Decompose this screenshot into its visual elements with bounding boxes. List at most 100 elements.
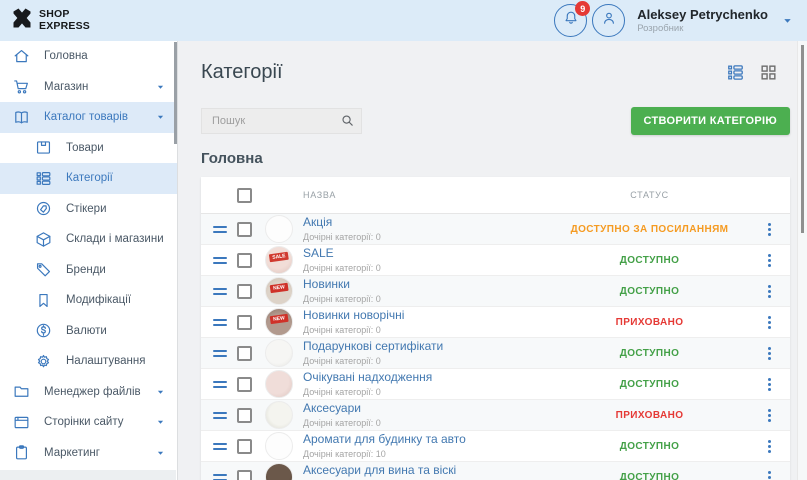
chevron-down-icon — [156, 418, 165, 427]
sidebar-item-shop[interactable]: Магазин — [0, 72, 177, 103]
table-row: NEW Новинки новорічні Дочірні категорії:… — [201, 307, 790, 338]
row-menu-kebab-icon[interactable] — [761, 437, 777, 456]
sidebar-item-marketing[interactable]: Маркетинг — [0, 438, 177, 469]
row-menu-kebab-icon[interactable] — [761, 468, 777, 480]
sidebar-item-settings[interactable]: Налаштування — [0, 346, 177, 377]
chevron-down-icon — [156, 448, 165, 457]
chevron-down-icon — [156, 82, 165, 91]
category-children-count: Дочірні категорії: 0 — [303, 263, 547, 273]
sidebar-item-label: Бренди — [66, 264, 106, 276]
category-name-link[interactable]: Очікувані надходження — [303, 371, 547, 385]
category-name-link[interactable]: Акція — [303, 216, 547, 230]
drag-handle-icon[interactable] — [213, 381, 227, 388]
pages-icon — [12, 413, 31, 432]
category-name-link[interactable]: Новинки — [303, 278, 547, 292]
bookmark-icon — [34, 291, 53, 310]
row-checkbox[interactable] — [237, 222, 252, 237]
column-header-status: СТАТУС — [547, 190, 752, 200]
clipboard-icon — [12, 443, 31, 462]
main-scrollbar-track[interactable] — [797, 41, 807, 480]
status-badge: ДОСТУПНО — [547, 255, 752, 266]
status-badge: ДОСТУПНО — [547, 379, 752, 390]
category-name-link[interactable]: Аксесуари — [303, 402, 547, 416]
sidebar-item-file-manager[interactable]: Менеджер файлів — [0, 377, 177, 408]
drag-handle-icon[interactable] — [213, 412, 227, 419]
user-meta: Aleksey Petrychenko Розробник — [637, 7, 768, 34]
row-checkbox[interactable] — [237, 315, 252, 330]
category-children-count: Дочірні категорії: 0 — [303, 294, 547, 304]
drag-handle-icon[interactable] — [213, 474, 227, 480]
category-children-count: Дочірні категорії: 0 — [303, 325, 547, 335]
sidebar-item-warehouses[interactable]: Склади і магазини — [0, 224, 177, 255]
thumbnail-badge: SALE — [269, 252, 289, 263]
status-badge: ДОСТУПНО — [547, 441, 752, 452]
category-thumbnail — [265, 401, 293, 429]
search-input[interactable] — [201, 108, 362, 134]
sidebar-item-label: Менеджер файлів — [44, 386, 141, 398]
main-content: Категорії — [179, 41, 807, 480]
select-all-checkbox[interactable] — [237, 188, 252, 203]
row-checkbox[interactable] — [237, 377, 252, 392]
user-icon — [600, 9, 618, 32]
row-menu-kebab-icon[interactable] — [761, 406, 777, 425]
sidebar-item-label: Товари — [66, 142, 104, 154]
drag-handle-icon[interactable] — [213, 319, 227, 326]
category-name-link[interactable]: Аромати для будинку та авто — [303, 433, 547, 447]
row-menu-kebab-icon[interactable] — [761, 220, 777, 239]
create-category-button[interactable]: СТВОРИТИ КАТЕГОРІЮ — [631, 107, 791, 135]
sidebar-item-label: Головна — [44, 50, 88, 62]
sidebar-item-label: Валюти — [66, 325, 107, 337]
sidebar-item-modifications[interactable]: Модифікації — [0, 285, 177, 316]
sidebar-item-currencies[interactable]: Валюти — [0, 316, 177, 347]
row-menu-kebab-icon[interactable] — [761, 282, 777, 301]
search-box — [201, 108, 362, 134]
list-view-icon[interactable] — [726, 63, 745, 82]
sidebar-item-products[interactable]: Товари — [0, 133, 177, 164]
shop-express-logo[interactable]: SHOP EXPRESS — [10, 6, 90, 35]
sidebar-item-categories[interactable]: Категорії — [0, 163, 177, 194]
notifications-button[interactable]: 9 — [554, 4, 587, 37]
row-menu-kebab-icon[interactable] — [761, 344, 777, 363]
sidebar-item-brands[interactable]: Бренди — [0, 255, 177, 286]
category-thumbnail — [265, 339, 293, 367]
sidebar-item-home[interactable]: Головна — [0, 41, 177, 72]
category-name-link[interactable]: Новинки новорічні — [303, 309, 547, 323]
user-avatar-button[interactable] — [592, 4, 625, 37]
row-checkbox[interactable] — [237, 253, 252, 268]
sidebar-scrollbar-thumb[interactable] — [174, 42, 177, 144]
chevron-down-icon — [156, 387, 165, 396]
main-scrollbar-thumb[interactable] — [801, 45, 804, 233]
drag-handle-icon[interactable] — [213, 288, 227, 295]
drag-handle-icon[interactable] — [213, 443, 227, 450]
drag-handle-icon[interactable] — [213, 257, 227, 264]
category-name-link[interactable]: SALE — [303, 247, 547, 261]
drag-handle-icon[interactable] — [213, 350, 227, 357]
row-checkbox[interactable] — [237, 408, 252, 423]
row-menu-kebab-icon[interactable] — [761, 251, 777, 270]
folder-icon — [12, 382, 31, 401]
row-checkbox[interactable] — [237, 470, 252, 480]
row-menu-kebab-icon[interactable] — [761, 375, 777, 394]
package-icon — [34, 230, 53, 249]
sidebar-item-stickers[interactable]: Стікери — [0, 194, 177, 225]
row-checkbox[interactable] — [237, 439, 252, 454]
logo-x-icon — [10, 6, 34, 35]
user-menu-chevron-down-icon[interactable] — [782, 15, 793, 26]
category-children-count: Дочірні категорії: 10 — [303, 449, 547, 459]
row-checkbox[interactable] — [237, 346, 252, 361]
table-row: Аксесуари Дочірні категорії: 0 ПРИХОВАНО — [201, 400, 790, 431]
category-name-link[interactable]: Аксесуари для вина та віскі — [303, 464, 547, 478]
top-bar: SHOP EXPRESS 9 — [0, 0, 807, 41]
sidebar-item-site-pages[interactable]: Сторінки сайту — [0, 407, 177, 438]
category-thumbnail — [265, 215, 293, 243]
column-header-name: НАЗВА — [303, 190, 547, 200]
sidebar-item-catalog[interactable]: Каталог товарів — [0, 102, 177, 133]
category-name-link[interactable]: Подарункові сертифікати — [303, 340, 547, 354]
grid-view-icon[interactable] — [759, 63, 778, 82]
page-title: Категорії — [201, 61, 283, 84]
sidebar-bottom-cutoff — [0, 470, 176, 480]
sticker-icon — [34, 199, 53, 218]
row-menu-kebab-icon[interactable] — [761, 313, 777, 332]
drag-handle-icon[interactable] — [213, 226, 227, 233]
row-checkbox[interactable] — [237, 284, 252, 299]
